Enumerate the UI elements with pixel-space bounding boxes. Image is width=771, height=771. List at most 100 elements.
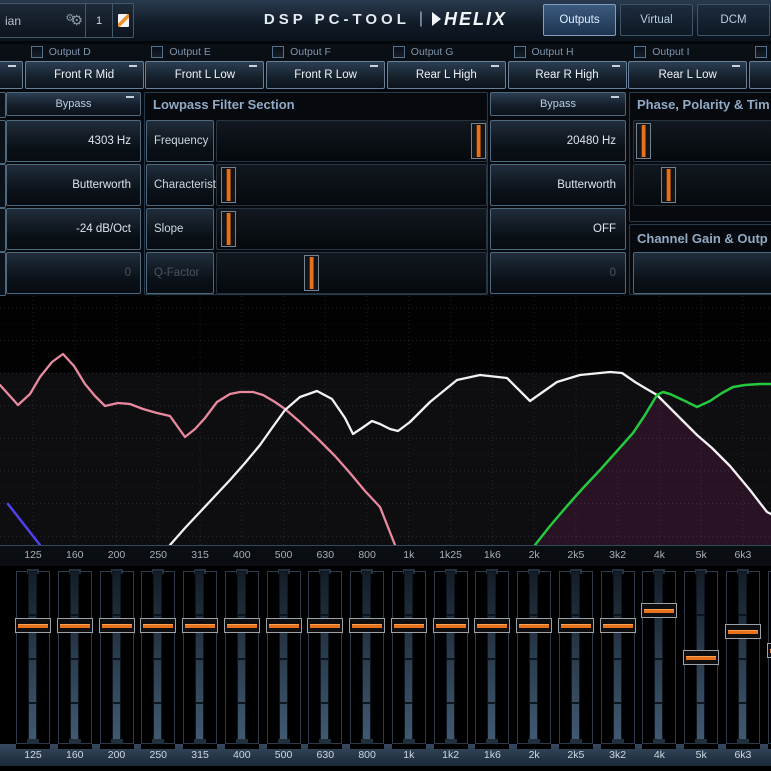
eq-slider-handle[interactable] <box>683 650 719 665</box>
eq-slider-handle[interactable] <box>391 618 427 633</box>
preset-name[interactable]: ian <box>0 14 65 28</box>
eq-slider-handle[interactable] <box>349 618 385 633</box>
eq-slider-handle[interactable] <box>224 618 260 633</box>
param-slider-track[interactable] <box>216 164 487 206</box>
slider-groove[interactable] <box>237 571 246 742</box>
eq-slider-handle[interactable] <box>140 618 176 633</box>
slider-handle[interactable] <box>661 167 676 203</box>
left-value-field[interactable]: -24 dB/Oct <box>6 208 141 250</box>
slider-groove[interactable] <box>279 571 288 742</box>
eq-band-slider <box>15 569 51 744</box>
eq-slider-handle[interactable] <box>767 643 771 658</box>
nav-button[interactable]: Outputs <box>543 4 616 36</box>
eq-slider-handle[interactable] <box>307 618 343 633</box>
eq-slider-handle[interactable] <box>516 618 552 633</box>
eq-slider-handle[interactable] <box>99 618 135 633</box>
eq-slider-handle[interactable] <box>641 603 677 618</box>
slider-groove[interactable] <box>446 571 455 742</box>
right-value-field[interactable]: Butterworth <box>490 164 626 206</box>
eq-slider-handle[interactable] <box>725 624 761 639</box>
preset-box[interactable]: ian ⚙⚙ 1 <box>0 3 134 38</box>
slider-handle[interactable] <box>636 123 651 159</box>
eq-band-slider <box>641 569 677 744</box>
eq-slider-handle[interactable] <box>15 618 51 633</box>
channel-name: Front R Low <box>294 69 357 81</box>
eq-slider-handle[interactable] <box>600 618 636 633</box>
output-checkbox[interactable] <box>151 46 163 58</box>
slider-groove[interactable] <box>320 571 329 742</box>
channel-select-button[interactable]: Rear L Low <box>628 61 747 89</box>
param-slider-track[interactable] <box>216 120 487 162</box>
slider-handle[interactable] <box>221 211 236 247</box>
slider-handle[interactable] <box>221 167 236 203</box>
top-bar: ian ⚙⚙ 1 DSP PC-TOOL | HELIX OutputsVirt… <box>0 0 771 44</box>
output-checkbox[interactable] <box>393 46 405 58</box>
slider-groove[interactable] <box>571 571 580 742</box>
right-value-field[interactable]: 20480 Hz <box>490 120 626 162</box>
slider-groove[interactable] <box>529 571 538 742</box>
device-number[interactable]: 1 <box>85 4 112 37</box>
output-tab: Output E <box>151 46 210 58</box>
bypass-button-right[interactable]: Bypass <box>490 92 626 116</box>
slider-groove[interactable] <box>362 571 371 742</box>
eq-slider-handle[interactable] <box>182 618 218 633</box>
param-slider-track[interactable] <box>216 208 487 250</box>
axis-tick-label: 500 <box>275 549 293 561</box>
slider-groove[interactable] <box>654 571 663 742</box>
phase-slider-track[interactable] <box>633 164 771 206</box>
slider-groove[interactable] <box>404 571 413 742</box>
output-checkbox[interactable] <box>634 46 646 58</box>
output-checkbox[interactable] <box>514 46 526 58</box>
slider-groove[interactable] <box>738 571 747 742</box>
eq-slider-handle[interactable] <box>433 618 469 633</box>
param-label: Characteristic <box>146 164 214 206</box>
slider-groove[interactable] <box>112 571 121 742</box>
slider-handle[interactable] <box>304 255 319 291</box>
channel-select-button[interactable] <box>749 61 771 89</box>
param-slider-track[interactable] <box>216 252 487 294</box>
eq-slider-handle[interactable] <box>474 618 510 633</box>
right-value-field[interactable]: 0 <box>490 252 626 294</box>
eq-slider-handle[interactable] <box>266 618 302 633</box>
channel-select-button[interactable]: Front R Mid <box>25 61 144 89</box>
graph-frequency-axis: 1251602002503154005006308001k1k251k62k2k… <box>0 546 771 569</box>
settings-gears-icon[interactable]: ⚙⚙ <box>65 12 79 29</box>
eq-band-label: 160 <box>66 749 84 761</box>
edit-preset-button[interactable] <box>112 4 133 37</box>
eq-band-slider <box>349 569 385 744</box>
eq-band-slider <box>767 569 771 744</box>
eq-band-label: 3k2 <box>609 749 626 761</box>
bypass-label: Bypass <box>540 98 576 110</box>
slider-groove[interactable] <box>28 571 37 742</box>
left-value-field[interactable]: 0 <box>6 252 141 294</box>
channel-select-button[interactable]: Rear R High <box>508 61 627 89</box>
eq-slider-handle[interactable] <box>57 618 93 633</box>
output-tab: Output J <box>755 46 771 58</box>
channel-select-button[interactable] <box>0 61 23 89</box>
output-checkbox[interactable] <box>272 46 284 58</box>
channel-select-button[interactable]: Front L Low <box>145 61 264 89</box>
left-value-field[interactable]: Butterworth <box>6 164 141 206</box>
slider-handle[interactable] <box>471 123 486 159</box>
eq-band-slider <box>391 569 427 744</box>
right-value-field[interactable]: OFF <box>490 208 626 250</box>
output-checkbox[interactable] <box>31 46 43 58</box>
nav-button[interactable]: Virtual <box>620 4 693 36</box>
output-checkbox[interactable] <box>755 46 767 58</box>
slider-groove[interactable] <box>613 571 622 742</box>
nav-button[interactable]: DCM <box>697 4 770 36</box>
slider-groove[interactable] <box>195 571 204 742</box>
slider-groove[interactable] <box>487 571 496 742</box>
gain-value-field[interactable] <box>633 252 771 294</box>
output-tab: Output G <box>393 46 454 58</box>
eq-slider-handle[interactable] <box>558 618 594 633</box>
edit-document-icon <box>118 14 129 27</box>
phase-slider-track[interactable] <box>633 120 771 162</box>
slider-groove[interactable] <box>70 571 79 742</box>
button-dash-icon <box>8 65 16 67</box>
channel-select-button[interactable]: Rear L High <box>387 61 506 89</box>
left-value-field[interactable]: 4303 Hz <box>6 120 141 162</box>
channel-select-button[interactable]: Front R Low <box>266 61 385 89</box>
bypass-button-left[interactable]: Bypass <box>6 92 141 116</box>
slider-groove[interactable] <box>153 571 162 742</box>
